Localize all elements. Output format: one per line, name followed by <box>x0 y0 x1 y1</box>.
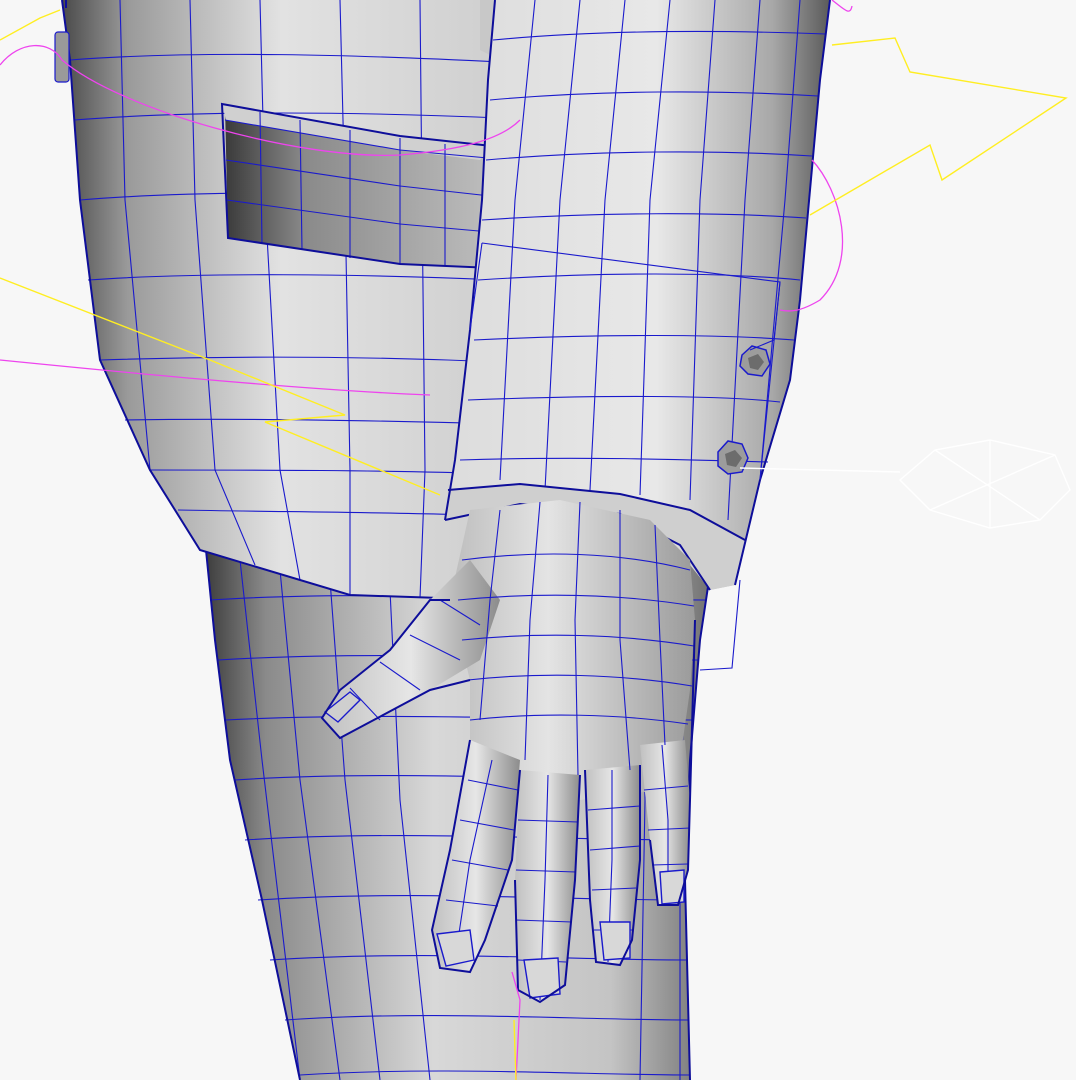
3d-viewport[interactable] <box>0 0 1076 1080</box>
torso-button <box>54 31 70 83</box>
white-locator[interactable] <box>739 439 1071 529</box>
viewport-canvas[interactable] <box>0 0 1076 1080</box>
torso-jacket-mesh[interactable] <box>54 0 501 601</box>
sleeve-mesh[interactable] <box>444 0 831 591</box>
